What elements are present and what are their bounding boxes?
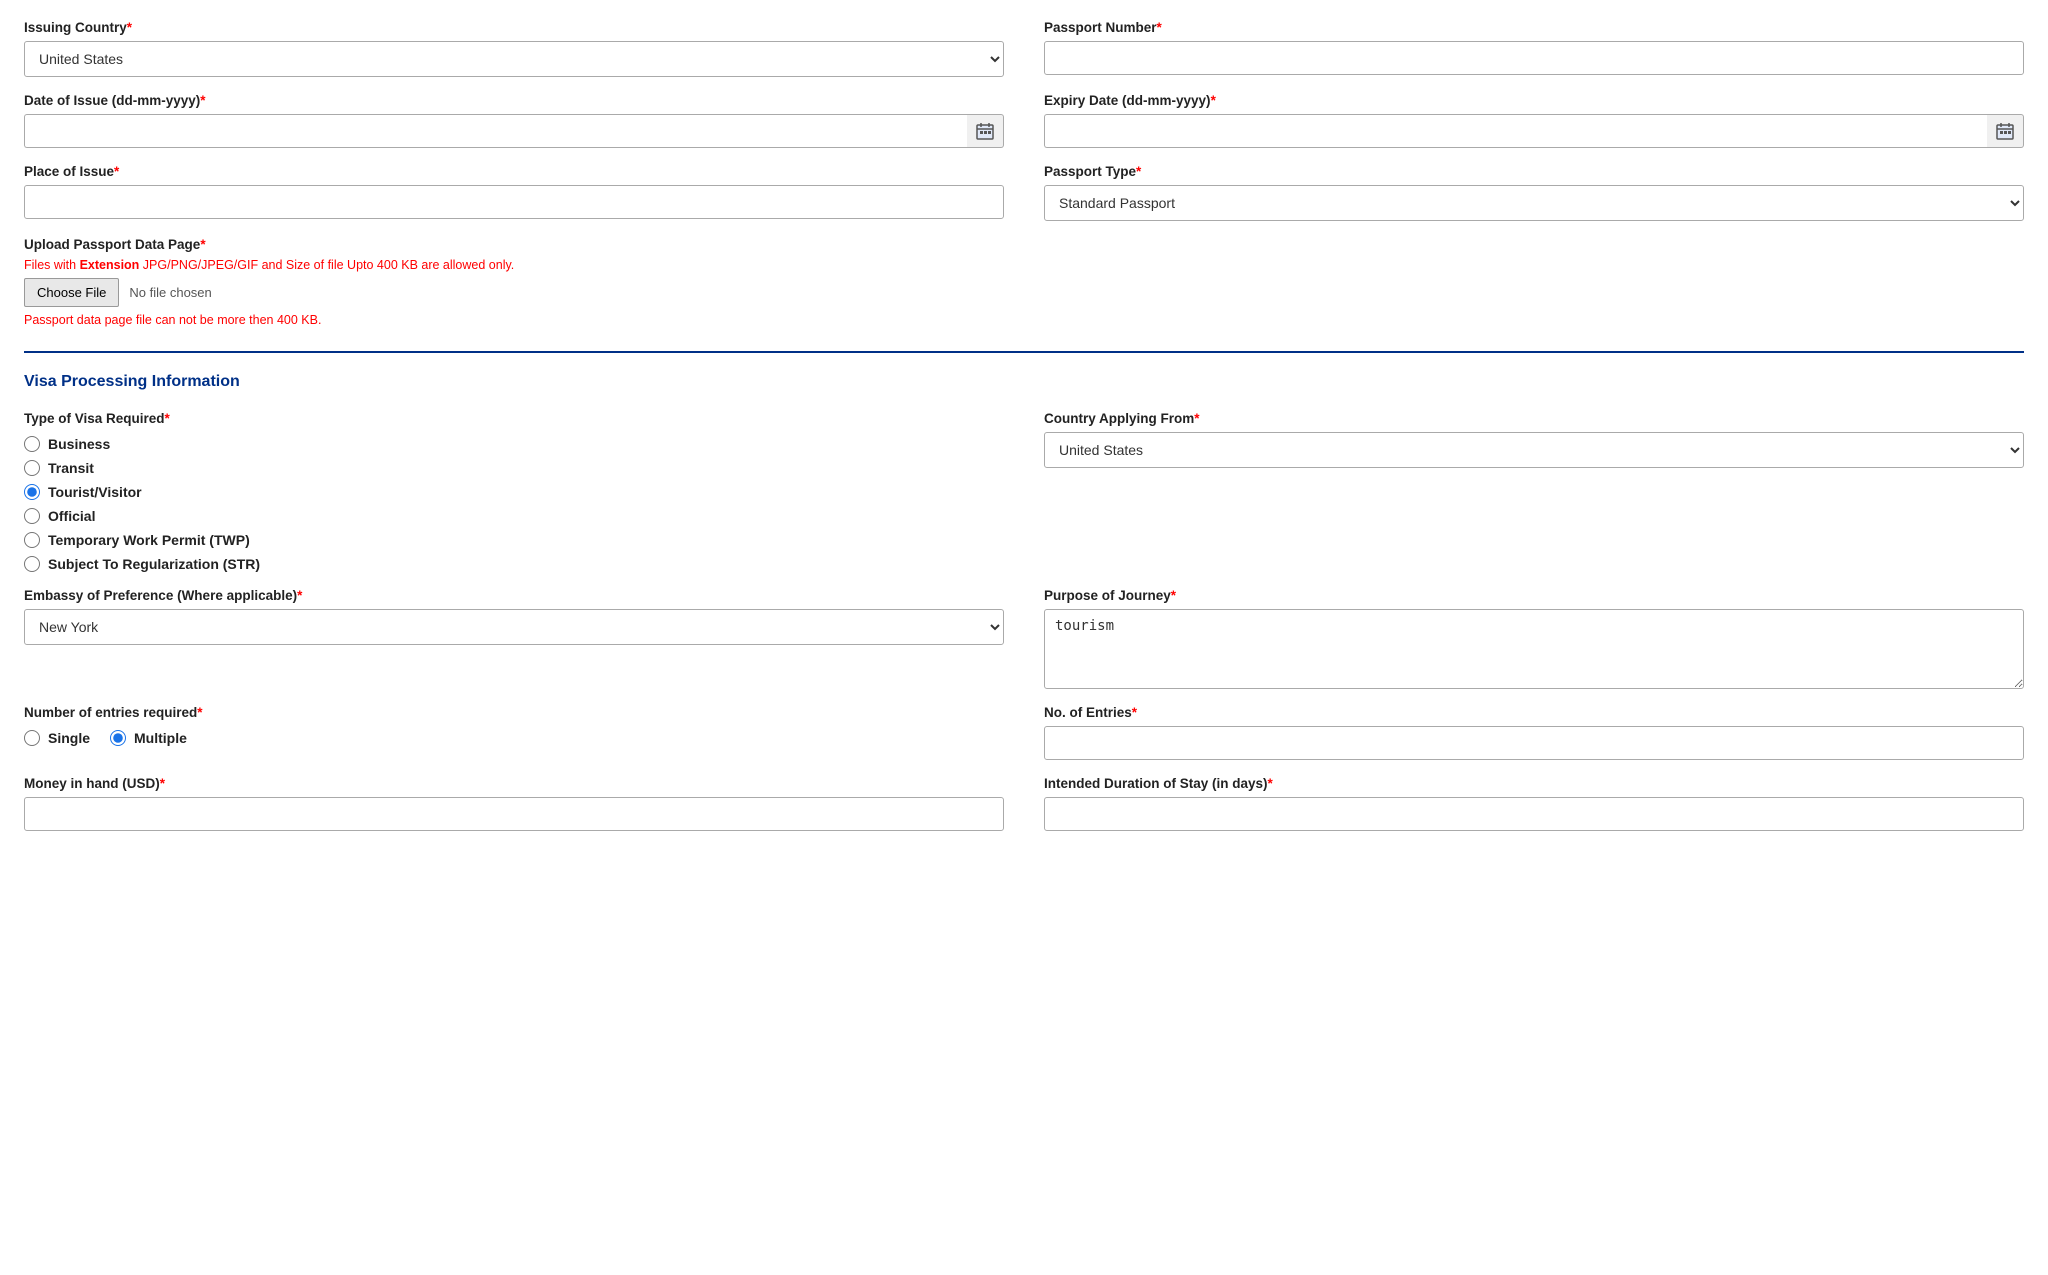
- radio-twp[interactable]: Temporary Work Permit (TWP): [24, 532, 1004, 548]
- purpose-group: Purpose of Journey* tourism: [1044, 588, 2024, 689]
- issuing-country-group: Issuing Country* United States Canada Un…: [24, 20, 1004, 77]
- expiry-date-input[interactable]: 31/03/2031: [1044, 114, 1987, 148]
- upload-group: Upload Passport Data Page* Files with Ex…: [24, 237, 2024, 327]
- no-of-entries-group: No. of Entries* 2: [1044, 705, 2024, 760]
- expiry-date-wrapper: 31/03/2031: [1044, 114, 2024, 148]
- radio-transit-input[interactable]: [24, 460, 40, 476]
- place-of-issue-group: Place of Issue* USA: [24, 164, 1004, 221]
- radio-single[interactable]: Single: [24, 730, 90, 746]
- date-of-issue-label: Date of Issue (dd-mm-yyyy)*: [24, 93, 1004, 108]
- radio-business-input[interactable]: [24, 436, 40, 452]
- no-of-entries-input[interactable]: 2: [1044, 726, 2024, 760]
- expiry-date-calendar-btn[interactable]: [1987, 114, 2024, 148]
- radio-official-input[interactable]: [24, 508, 40, 524]
- date-of-issue-group: Date of Issue (dd-mm-yyyy)* 31/08/2021: [24, 93, 1004, 148]
- duration-label: Intended Duration of Stay (in days)*: [1044, 776, 2024, 791]
- passport-number-group: Passport Number* 12345: [1044, 20, 2024, 77]
- radio-multiple[interactable]: Multiple: [110, 730, 187, 746]
- extension-highlight: Extension: [80, 258, 140, 272]
- radio-single-input[interactable]: [24, 730, 40, 746]
- no-of-entries-label: No. of Entries*: [1044, 705, 2024, 720]
- entries-required-group: Number of entries required* Single Multi…: [24, 705, 1004, 760]
- radio-business[interactable]: Business: [24, 436, 1004, 452]
- country-applying-label: Country Applying From*: [1044, 411, 2024, 426]
- radio-transit-label: Transit: [48, 460, 94, 476]
- calendar-icon-2: [1995, 121, 2015, 141]
- entries-radio-row: Single Multiple: [24, 730, 1004, 746]
- visa-type-group: Type of Visa Required* Business Transit …: [24, 411, 1004, 572]
- radio-twp-input[interactable]: [24, 532, 40, 548]
- place-of-issue-label: Place of Issue*: [24, 164, 1004, 179]
- country-applying-select[interactable]: United States Canada United Kingdom Aust…: [1044, 432, 2024, 468]
- expiry-date-group: Expiry Date (dd-mm-yyyy)* 31/03/2031: [1044, 93, 2024, 148]
- purpose-label: Purpose of Journey*: [1044, 588, 2024, 603]
- date-of-issue-calendar-btn[interactable]: [967, 114, 1004, 148]
- visa-section-title: Visa Processing Information: [24, 373, 2024, 391]
- money-label: Money in hand (USD)*: [24, 776, 1004, 791]
- entries-required-label: Number of entries required*: [24, 705, 1004, 720]
- issuing-country-select[interactable]: United States Canada United Kingdom Aust…: [24, 41, 1004, 77]
- calendar-icon: [975, 121, 995, 141]
- upload-label: Upload Passport Data Page*: [24, 237, 2024, 252]
- duration-input[interactable]: 10: [1044, 797, 2024, 831]
- issuing-country-label: Issuing Country*: [24, 20, 1004, 35]
- radio-str-input[interactable]: [24, 556, 40, 572]
- radio-str[interactable]: Subject To Regularization (STR): [24, 556, 1004, 572]
- radio-tourist-label: Tourist/Visitor: [48, 484, 142, 500]
- embassy-select[interactable]: New York Los Angeles Chicago Houston Was…: [24, 609, 1004, 645]
- passport-type-select[interactable]: Standard Passport Official Passport Dipl…: [1044, 185, 2024, 221]
- embassy-group: Embassy of Preference (Where applicable)…: [24, 588, 1004, 689]
- date-of-issue-input[interactable]: 31/08/2021: [24, 114, 967, 148]
- country-applying-group: Country Applying From* United States Can…: [1044, 411, 2024, 572]
- embassy-label: Embassy of Preference (Where applicable)…: [24, 588, 1004, 603]
- money-group: Money in hand (USD)* $2000: [24, 776, 1004, 831]
- radio-official[interactable]: Official: [24, 508, 1004, 524]
- radio-multiple-label: Multiple: [134, 730, 187, 746]
- radio-tourist-input[interactable]: [24, 484, 40, 500]
- radio-tourist[interactable]: Tourist/Visitor: [24, 484, 1004, 500]
- visa-section-divider: [24, 351, 2024, 353]
- passport-type-label: Passport Type*: [1044, 164, 2024, 179]
- passport-number-label: Passport Number*: [1044, 20, 2024, 35]
- radio-official-label: Official: [48, 508, 95, 524]
- expiry-date-label: Expiry Date (dd-mm-yyyy)*: [1044, 93, 2024, 108]
- visa-type-radio-group: Business Transit Tourist/Visitor Officia…: [24, 436, 1004, 572]
- passport-type-group: Passport Type* Standard Passport Officia…: [1044, 164, 2024, 221]
- radio-business-label: Business: [48, 436, 110, 452]
- radio-transit[interactable]: Transit: [24, 460, 1004, 476]
- radio-twp-label: Temporary Work Permit (TWP): [48, 532, 250, 548]
- radio-str-label: Subject To Regularization (STR): [48, 556, 260, 572]
- upload-info: Files with Extension JPG/PNG/JPEG/GIF an…: [24, 258, 2024, 272]
- no-file-text: No file chosen: [129, 285, 211, 300]
- date-of-issue-wrapper: 31/08/2021: [24, 114, 1004, 148]
- radio-single-label: Single: [48, 730, 90, 746]
- radio-multiple-input[interactable]: [110, 730, 126, 746]
- choose-file-button[interactable]: Choose File: [24, 278, 119, 307]
- place-of-issue-input[interactable]: USA: [24, 185, 1004, 219]
- file-upload-row: Choose File No file chosen: [24, 278, 2024, 307]
- upload-error-text: Passport data page file can not be more …: [24, 313, 2024, 327]
- visa-type-label: Type of Visa Required*: [24, 411, 1004, 426]
- money-input[interactable]: $2000: [24, 797, 1004, 831]
- duration-group: Intended Duration of Stay (in days)* 10: [1044, 776, 2024, 831]
- purpose-textarea[interactable]: tourism: [1044, 609, 2024, 689]
- passport-number-input[interactable]: 12345: [1044, 41, 2024, 75]
